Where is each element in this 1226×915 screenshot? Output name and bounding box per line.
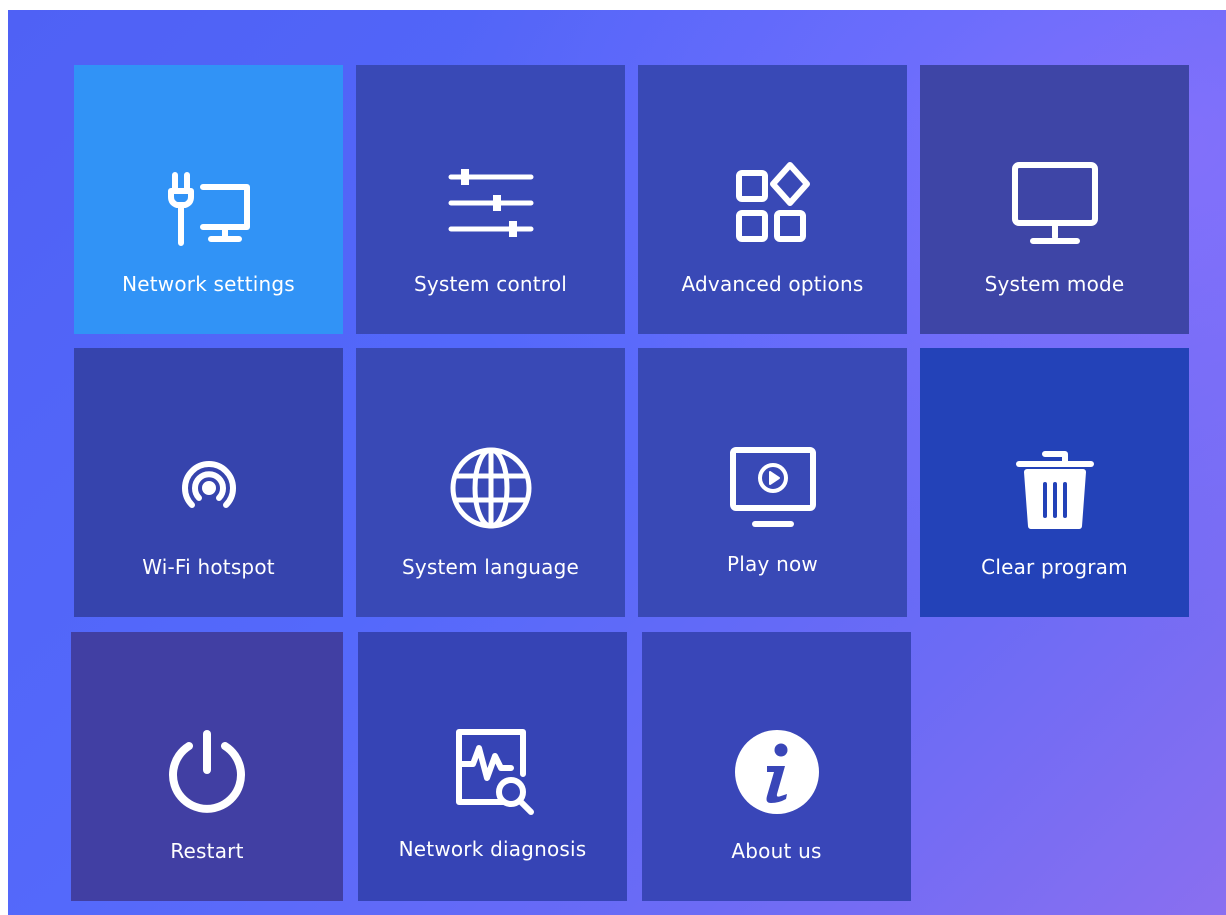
monitor-icon: [1007, 157, 1103, 253]
tile-label: About us: [731, 839, 822, 863]
tile-label: Clear program: [981, 555, 1128, 579]
tv-play-icon: [725, 440, 821, 536]
network-diagnosis-tile[interactable]: Network diagnosis: [358, 632, 627, 901]
hotspot-icon: [161, 440, 257, 536]
diagnosis-icon: [445, 724, 541, 820]
ethernet-monitor-icon: [161, 157, 257, 253]
advanced-options-tile[interactable]: Advanced options: [638, 65, 907, 334]
globe-icon: [443, 440, 539, 536]
tile-label: Network diagnosis: [398, 837, 587, 861]
tile-label: Restart: [170, 839, 244, 863]
clear-program-tile[interactable]: Clear program: [920, 348, 1189, 617]
tile-label: Advanced options: [681, 272, 864, 296]
apps-grid-icon: [725, 157, 821, 253]
about-us-tile[interactable]: About us: [642, 632, 911, 901]
sliders-icon: [443, 157, 539, 253]
settings-screen: Network settings System control Advanced: [8, 10, 1226, 915]
system-mode-tile[interactable]: System mode: [920, 65, 1189, 334]
wifi-hotspot-tile[interactable]: Wi-Fi hotspot: [74, 348, 343, 617]
restart-tile[interactable]: Restart: [71, 632, 343, 901]
system-language-tile[interactable]: System language: [356, 348, 625, 617]
tile-label: System mode: [984, 272, 1125, 296]
power-icon: [159, 724, 255, 820]
trash-icon: [1007, 440, 1103, 536]
tile-label: Network settings: [122, 272, 295, 296]
tile-label: System control: [413, 272, 568, 296]
system-control-tile[interactable]: System control: [356, 65, 625, 334]
tile-label: Wi-Fi hotspot: [142, 555, 275, 579]
network-settings-tile[interactable]: Network settings: [74, 65, 343, 334]
tile-label: System language: [401, 555, 580, 579]
info-icon: [729, 724, 825, 820]
tile-label: Play now: [727, 552, 818, 576]
play-now-tile[interactable]: Play now: [638, 348, 907, 617]
